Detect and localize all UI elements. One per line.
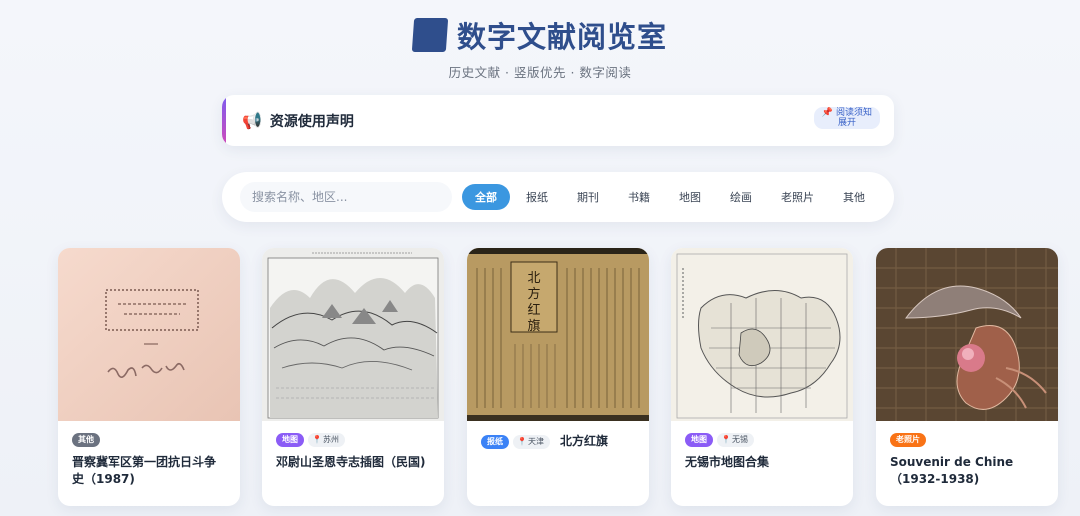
location-pin-icon: 📍	[721, 435, 731, 444]
notice-bar[interactable]: 📢 资源使用声明 📌 阅读须知 展开	[222, 95, 894, 146]
location-label: 天津	[527, 436, 544, 446]
location-badge: 📍 无锡	[717, 433, 754, 447]
card-tags: 其他	[72, 433, 226, 447]
tab-newspaper[interactable]: 报纸	[513, 184, 561, 210]
card-tags: 地图 📍 苏州	[276, 433, 430, 447]
location-label: 无锡	[731, 435, 748, 444]
notice-expand-label: 展开	[837, 118, 856, 128]
document-card[interactable]: 北 方 红 旗 报纸 📍 天津 北方红旗	[467, 248, 649, 506]
document-title: 晋察冀军区第一团抗日斗争史（1987)	[72, 455, 217, 486]
tab-painting[interactable]: 绘画	[717, 184, 765, 210]
tab-all[interactable]: 全部	[462, 184, 510, 210]
document-card[interactable]: 地图 📍 苏州 邓尉山圣恩寺志插图（民国)	[262, 248, 444, 506]
svg-text:方: 方	[527, 286, 540, 302]
tab-other[interactable]: 其他	[830, 184, 878, 210]
card-tags: 地图 📍 无锡	[685, 433, 839, 447]
megaphone-icon: 📢	[242, 111, 262, 130]
document-card[interactable]: 其他 晋察冀军区第一团抗日斗争史（1987)	[58, 248, 240, 506]
document-title: 邓尉山圣恩寺志插图（民国)	[276, 455, 426, 469]
document-grid: 其他 晋察冀军区第一团抗日斗争史（1987) 地图 📍 苏州 邓尉山圣恩寺志插图…	[58, 248, 1058, 508]
notice-read-label: 阅读须知	[835, 108, 872, 118]
document-thumbnail	[58, 248, 240, 421]
document-thumbnail	[671, 248, 853, 421]
document-card[interactable]: 地图 📍 无锡 无锡市地图合集	[671, 248, 853, 506]
category-badge: 老照片	[890, 433, 926, 447]
site-subtitle: 历史文献 · 竖版优先 · 数字阅读	[448, 65, 632, 80]
tab-old-photo[interactable]: 老照片	[768, 184, 827, 210]
tab-map[interactable]: 地图	[666, 184, 714, 210]
notice-title: 资源使用声明	[269, 113, 354, 130]
location-badge: 📍 天津	[513, 434, 550, 449]
search-input[interactable]	[240, 182, 452, 212]
site-title: 数字文献阅览室	[456, 20, 667, 54]
tab-periodical[interactable]: 期刊	[564, 184, 612, 210]
card-meta: 其他 晋察冀军区第一团抗日斗争史（1987)	[58, 421, 240, 488]
title-row: 数字文献阅览室	[411, 14, 667, 56]
category-badge: 地图	[685, 433, 713, 447]
document-card[interactable]: 老照片 Souvenir de Chine（1932-1938)	[876, 248, 1058, 506]
svg-text:红: 红	[527, 302, 540, 318]
document-title: 北方红旗	[559, 434, 608, 448]
location-label: 苏州	[322, 435, 339, 444]
svg-text:北: 北	[527, 271, 540, 286]
document-thumbnail: 北 方 红 旗	[467, 248, 649, 421]
card-meta: 老照片 Souvenir de Chine（1932-1938)	[876, 421, 1058, 488]
location-badge: 📍 苏州	[308, 433, 345, 447]
pin-icon: 📌	[821, 108, 834, 118]
notice-toggle-button[interactable]: 📌 阅读须知 展开	[813, 107, 880, 129]
category-badge: 地图	[276, 433, 304, 447]
category-badge: 其他	[72, 433, 100, 447]
card-tags: 老照片	[890, 433, 1044, 447]
card-meta: 报纸 📍 天津 北方红旗	[467, 421, 649, 450]
page-header: 数字文献阅览室 历史文献 · 竖版优先 · 数字阅读	[0, 14, 1080, 81]
location-pin-icon: 📍	[517, 436, 527, 446]
svg-text:旗: 旗	[527, 318, 540, 334]
book-logo-icon	[411, 18, 449, 52]
location-pin-icon: 📍	[312, 435, 322, 444]
category-badge: 报纸	[481, 434, 509, 449]
document-thumbnail	[262, 248, 444, 421]
document-thumbnail	[876, 248, 1058, 421]
document-title: Souvenir de Chine（1932-1938)	[890, 455, 1014, 486]
card-meta: 地图 📍 苏州 邓尉山圣恩寺志插图（民国)	[262, 421, 444, 471]
document-title: 无锡市地图合集	[685, 455, 770, 469]
card-tags: 报纸 📍 天津 北方红旗	[481, 433, 635, 450]
card-meta: 地图 📍 无锡 无锡市地图合集	[671, 421, 853, 471]
tab-book[interactable]: 书籍	[615, 184, 663, 210]
category-tabs: 全部 报纸 期刊 书籍 地图 绘画 老照片 其他	[462, 184, 881, 210]
filter-bar: 全部 报纸 期刊 书籍 地图 绘画 老照片 其他	[222, 172, 894, 222]
